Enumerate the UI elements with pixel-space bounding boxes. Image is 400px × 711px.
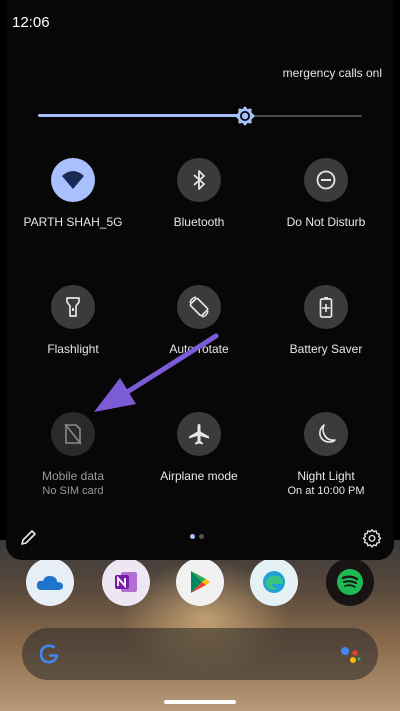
tile-mobile-data[interactable]: Mobile data No SIM card <box>13 412 133 499</box>
onenote-app-icon[interactable] <box>102 558 150 606</box>
tile-night-light[interactable]: Night Light On at 10:00 PM <box>266 412 386 499</box>
brightness-slider-thumb[interactable] <box>234 105 256 127</box>
tile-sublabel: No SIM card <box>42 485 104 497</box>
no-sim-icon <box>64 423 82 445</box>
gesture-nav-handle[interactable] <box>164 700 236 704</box>
play-store-app-icon[interactable] <box>176 558 224 606</box>
spotify-icon <box>337 569 363 595</box>
onenote-icon <box>115 572 137 592</box>
annotation-arrow <box>94 333 219 412</box>
assistant-icon[interactable] <box>340 645 362 665</box>
onedrive-app-icon[interactable] <box>26 558 74 606</box>
google-icon <box>39 644 58 664</box>
carrier-text: mergency calls onl <box>282 66 382 80</box>
tile-wifi-button[interactable] <box>51 158 95 202</box>
tile-bluetooth-button[interactable] <box>177 158 221 202</box>
onedrive-icon <box>36 575 63 590</box>
brightness-slider-fill[interactable] <box>38 114 244 117</box>
tile-label: Battery Saver <box>289 342 363 356</box>
tile-label: Airplane mode <box>160 469 238 483</box>
tile-wifi[interactable]: PARTH SHAH_5G <box>13 158 133 230</box>
tile-label: PARTH SHAH_5G <box>23 215 123 229</box>
tile-do-not-disturb[interactable]: Do Not Disturb <box>266 158 386 230</box>
settings-gear-icon[interactable] <box>362 528 382 548</box>
edit-icon[interactable] <box>20 528 38 546</box>
page-indicator <box>190 534 204 539</box>
edge-app-icon[interactable] <box>250 558 298 606</box>
tile-label: Bluetooth <box>173 215 225 229</box>
brightness-slider-track[interactable] <box>244 115 362 117</box>
tile-sublabel: On at 10:00 PM <box>287 485 365 497</box>
night-light-icon <box>319 424 336 443</box>
wifi-icon <box>62 171 84 189</box>
page-dot <box>199 534 204 539</box>
brightness-icon <box>235 106 255 126</box>
auto-rotate-icon <box>189 296 209 318</box>
tile-bluetooth[interactable]: Bluetooth <box>139 158 259 230</box>
edge-icon <box>263 571 285 593</box>
spotify-app-icon[interactable] <box>326 558 374 606</box>
airplane-icon <box>189 424 209 445</box>
play-store-icon <box>191 571 210 593</box>
tile-label: Do Not Disturb <box>286 215 366 229</box>
bluetooth-icon <box>193 170 205 190</box>
tile-label: Mobile data <box>41 469 105 483</box>
tile-airplane-mode[interactable]: Airplane mode <box>139 412 259 484</box>
status-bar-time: 12:06 <box>12 14 50 31</box>
tile-label: Night Light <box>297 469 355 483</box>
flashlight-icon <box>66 297 80 317</box>
tile-battery-saver-button[interactable] <box>304 285 348 329</box>
tile-battery-saver[interactable]: Battery Saver <box>266 285 386 357</box>
tile-night-light-button[interactable] <box>304 412 348 456</box>
dnd-icon <box>316 170 336 190</box>
tile-dnd-button[interactable] <box>304 158 348 202</box>
google-search-bar[interactable] <box>22 628 378 680</box>
page-dot-active <box>190 534 195 539</box>
battery-saver-icon <box>319 297 333 318</box>
